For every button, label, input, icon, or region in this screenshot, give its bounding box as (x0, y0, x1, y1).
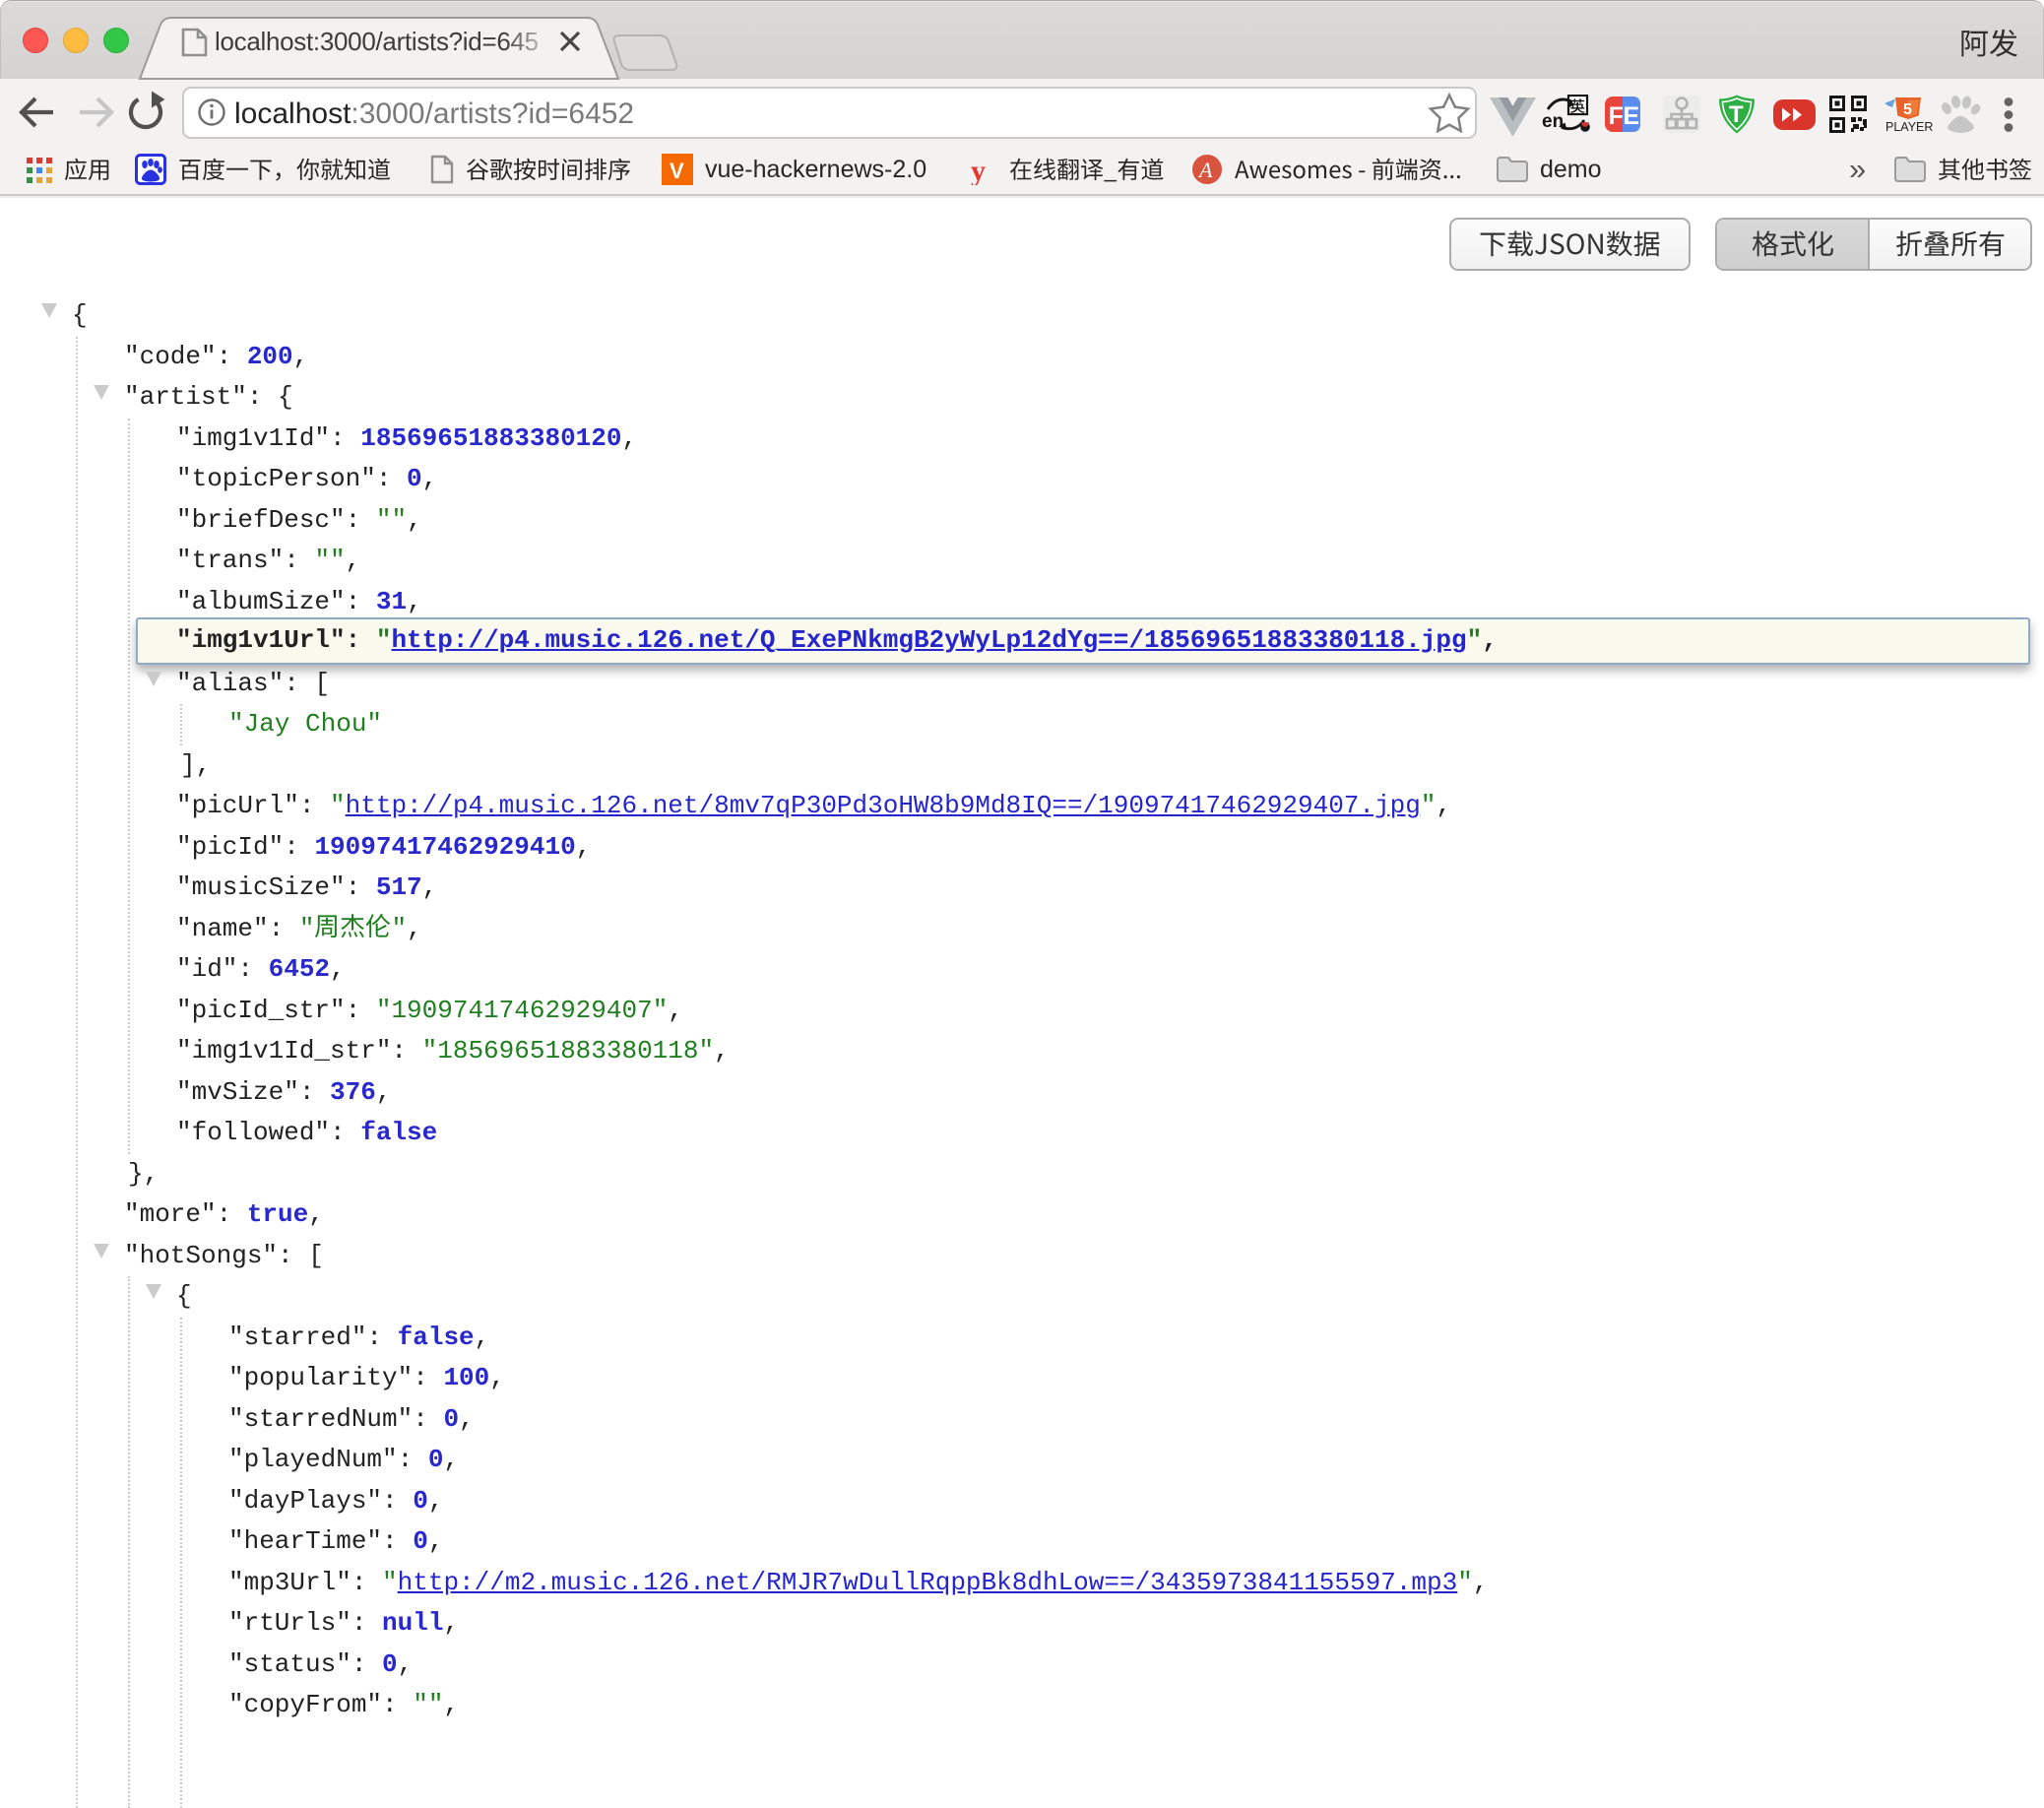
svg-text:PLAYER: PLAYER (1885, 120, 1933, 134)
svg-text:A: A (1197, 158, 1213, 182)
svg-text:localhost:3000/artists?id=6452: localhost:3000/artists?id=6452 (234, 97, 634, 130)
svg-text:E: E (1624, 102, 1640, 130)
svg-text:F: F (1609, 102, 1624, 130)
svg-text:y: y (971, 155, 986, 185)
svg-text:V: V (670, 159, 684, 183)
svg-text:en: en (1542, 111, 1564, 132)
svg-text:T: T (1729, 101, 1744, 128)
svg-text:5: 5 (1903, 101, 1912, 118)
